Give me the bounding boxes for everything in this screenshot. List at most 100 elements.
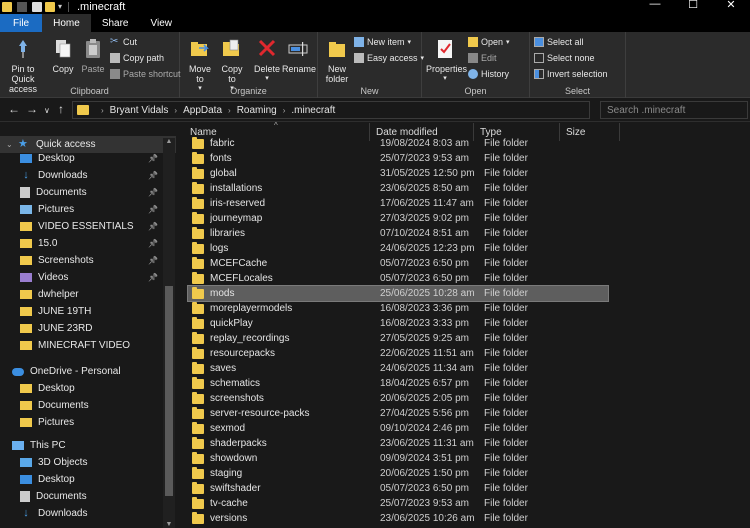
minimize-button[interactable]: —: [636, 0, 674, 11]
sidebar-item[interactable]: 15.0 📌: [0, 235, 176, 252]
new-folder-icon[interactable]: [45, 2, 55, 12]
sidebar-item[interactable]: Desktop: [0, 471, 176, 488]
breadcrumb-item[interactable]: Roaming: [237, 105, 277, 116]
table-row[interactable]: iris-reserved 17/06/2025 11:47 am File fol…: [188, 196, 608, 211]
table-row[interactable]: installations 23/06/2025 8:50 am File fold…: [188, 181, 608, 196]
close-button[interactable]: ✕: [712, 0, 750, 11]
address-bar[interactable]: › Bryant Vidals › AppData › Roaming › .m…: [72, 101, 590, 119]
nav-scrollbar[interactable]: ▲ ▼: [163, 138, 175, 528]
back-arrow-icon[interactable]: ←: [8, 102, 20, 116]
invert-selection-button[interactable]: Invert selection: [534, 69, 608, 79]
breadcrumb-item[interactable]: AppData: [183, 105, 222, 116]
table-row[interactable]: logs 24/06/2025 12:23 pm File folder: [188, 241, 608, 256]
table-row[interactable]: server-resource-packs 27/04/2025 5:56 pm F…: [188, 406, 608, 421]
easy-access-button[interactable]: Easy access ▾: [354, 53, 424, 63]
paste-shortcut-button[interactable]: Paste shortcut: [110, 69, 181, 79]
sidebar-item[interactable]: ↓ Downloads 📌: [0, 167, 176, 184]
properties-button[interactable]: Properties ▾: [426, 38, 467, 84]
paste-button[interactable]: Paste: [80, 38, 106, 74]
history-button[interactable]: History: [468, 69, 509, 79]
folder-icon: [192, 331, 204, 344]
sidebar-item[interactable]: JUNE 19TH: [0, 303, 176, 320]
copy-button[interactable]: Copy: [50, 38, 76, 74]
table-row[interactable]: tv-cache 25/07/2023 9:53 am File folder: [188, 496, 608, 511]
tab-share[interactable]: Share: [91, 14, 140, 32]
scrollbar-thumb[interactable]: [165, 286, 173, 496]
tab-file[interactable]: File: [0, 14, 43, 32]
table-row[interactable]: quickPlay 16/08/2023 3:33 pm File folder: [188, 316, 608, 331]
search-input[interactable]: Search .minecraft: [600, 101, 748, 119]
table-row[interactable]: showdown 09/09/2024 3:51 pm File folder: [188, 451, 608, 466]
rename-button[interactable]: Rename: [282, 38, 316, 74]
table-row[interactable]: screenshots 20/06/2025 2:05 pm File folder: [188, 391, 608, 406]
sidebar-item[interactable]: Desktop: [0, 380, 176, 397]
new-group: New folder New item ▾ Easy access ▾ New: [318, 32, 424, 98]
paste-shortcut-label: Paste shortcut: [123, 69, 181, 79]
sidebar-item[interactable]: 3D Objects: [0, 454, 176, 471]
table-row[interactable]: replay_recordings 27/05/2025 9:25 am File …: [188, 331, 608, 346]
scroll-up-icon[interactable]: ▲: [163, 138, 175, 145]
sidebar-item[interactable]: Documents: [0, 488, 176, 505]
scroll-down-icon[interactable]: ▼: [163, 521, 175, 528]
forward-arrow-icon[interactable]: →: [26, 102, 38, 116]
sidebar-item-label: Downloads: [38, 508, 88, 519]
table-row[interactable]: fabric 19/08/2024 8:03 am File folder: [188, 136, 608, 151]
sidebar-item[interactable]: Documents: [0, 397, 176, 414]
table-row[interactable]: MCEFCache 05/07/2023 6:50 pm File folder: [188, 256, 608, 271]
new-item-button[interactable]: New item ▾: [354, 37, 411, 47]
select-all-button[interactable]: Select all: [534, 37, 584, 47]
new-folder-button[interactable]: New folder: [322, 38, 352, 84]
sidebar-item[interactable]: Documents 📌: [0, 184, 176, 201]
table-row[interactable]: sexmod 09/10/2024 2:46 pm File folder: [188, 421, 608, 436]
table-row[interactable]: MCEFLocales 05/07/2023 6:50 pm File folder: [188, 271, 608, 286]
table-row[interactable]: global 31/05/2025 12:50 pm File folder: [188, 166, 608, 181]
table-row[interactable]: shaderpacks 23/06/2025 11:31 am File folde…: [188, 436, 608, 451]
delete-button[interactable]: Delete ▾: [254, 38, 280, 84]
nav-this-pc[interactable]: This PC: [0, 437, 176, 454]
cut-button[interactable]: ✂ Cut: [110, 37, 137, 48]
select-none-button[interactable]: Select none: [534, 53, 595, 63]
sidebar-item[interactable]: Screenshots 📌: [0, 252, 176, 269]
properties-icon[interactable]: [32, 2, 42, 12]
sidebar-item[interactable]: dwhelper: [0, 286, 176, 303]
copy-path-button[interactable]: Copy path: [110, 53, 164, 63]
table-row[interactable]: versions 23/06/2025 10:26 am File folder: [188, 511, 608, 526]
edit-button[interactable]: Edit: [468, 53, 497, 63]
table-row[interactable]: fonts 25/07/2023 9:53 am File folder: [188, 151, 608, 166]
breadcrumb-item[interactable]: .minecraft: [291, 105, 335, 116]
table-row[interactable]: staging 20/06/2025 1:50 pm File folder: [188, 466, 608, 481]
table-row[interactable]: journeymap 27/03/2025 9:02 pm File folder: [188, 211, 608, 226]
tab-view[interactable]: View: [140, 14, 184, 32]
table-row[interactable]: libraries 07/10/2024 8:51 am File folder: [188, 226, 608, 241]
maximize-button[interactable]: ☐: [674, 0, 712, 11]
table-row[interactable]: schematics 18/04/2025 6:57 pm File folder: [188, 376, 608, 391]
file-name: libraries: [210, 228, 246, 239]
sidebar-item[interactable]: VIDEO ESSENTIALS 📌: [0, 218, 176, 235]
open-button[interactable]: Open ▾: [468, 37, 510, 47]
file-date: 27/05/2025 9:25 am: [380, 333, 469, 344]
table-row[interactable]: saves 24/06/2025 11:34 am File folder: [188, 361, 608, 376]
customize-toolbar-icon[interactable]: ▾: [58, 2, 66, 12]
sidebar-item[interactable]: Pictures 📌: [0, 201, 176, 218]
up-arrow-icon[interactable]: ↑: [58, 102, 64, 116]
table-row[interactable]: swiftshader 05/07/2023 6:50 pm File folder: [188, 481, 608, 496]
breadcrumb-item[interactable]: Bryant Vidals: [110, 105, 169, 116]
file-name: quickPlay: [210, 318, 253, 329]
file-date: 25/06/2025 10:28 am: [380, 288, 475, 299]
tab-home[interactable]: Home: [42, 14, 91, 32]
folder-icon: [192, 196, 204, 209]
sidebar-item[interactable]: MINECRAFT VIDEO: [0, 337, 176, 354]
sidebar-item[interactable]: Pictures: [0, 414, 176, 431]
table-row[interactable]: moreplayermodels 16/08/2023 3:36 pm File f…: [188, 301, 608, 316]
recent-locations-chevron-icon[interactable]: ∨: [44, 106, 50, 115]
desktop-icon: [20, 154, 32, 163]
open-label: Open: [481, 37, 504, 47]
sidebar-item[interactable]: JUNE 23RD: [0, 320, 176, 337]
table-row[interactable]: resourcepacks 22/06/2025 11:51 am File fol…: [188, 346, 608, 361]
videos-icon: [20, 273, 32, 282]
sidebar-item[interactable]: Desktop 📌: [0, 150, 176, 167]
sidebar-item[interactable]: ↓ Downloads: [0, 505, 176, 522]
sidebar-item[interactable]: Videos 📌: [0, 269, 176, 286]
nav-onedrive[interactable]: OneDrive - Personal: [0, 363, 176, 380]
table-row[interactable]: mods 25/06/2025 10:28 am File folder: [187, 285, 609, 302]
